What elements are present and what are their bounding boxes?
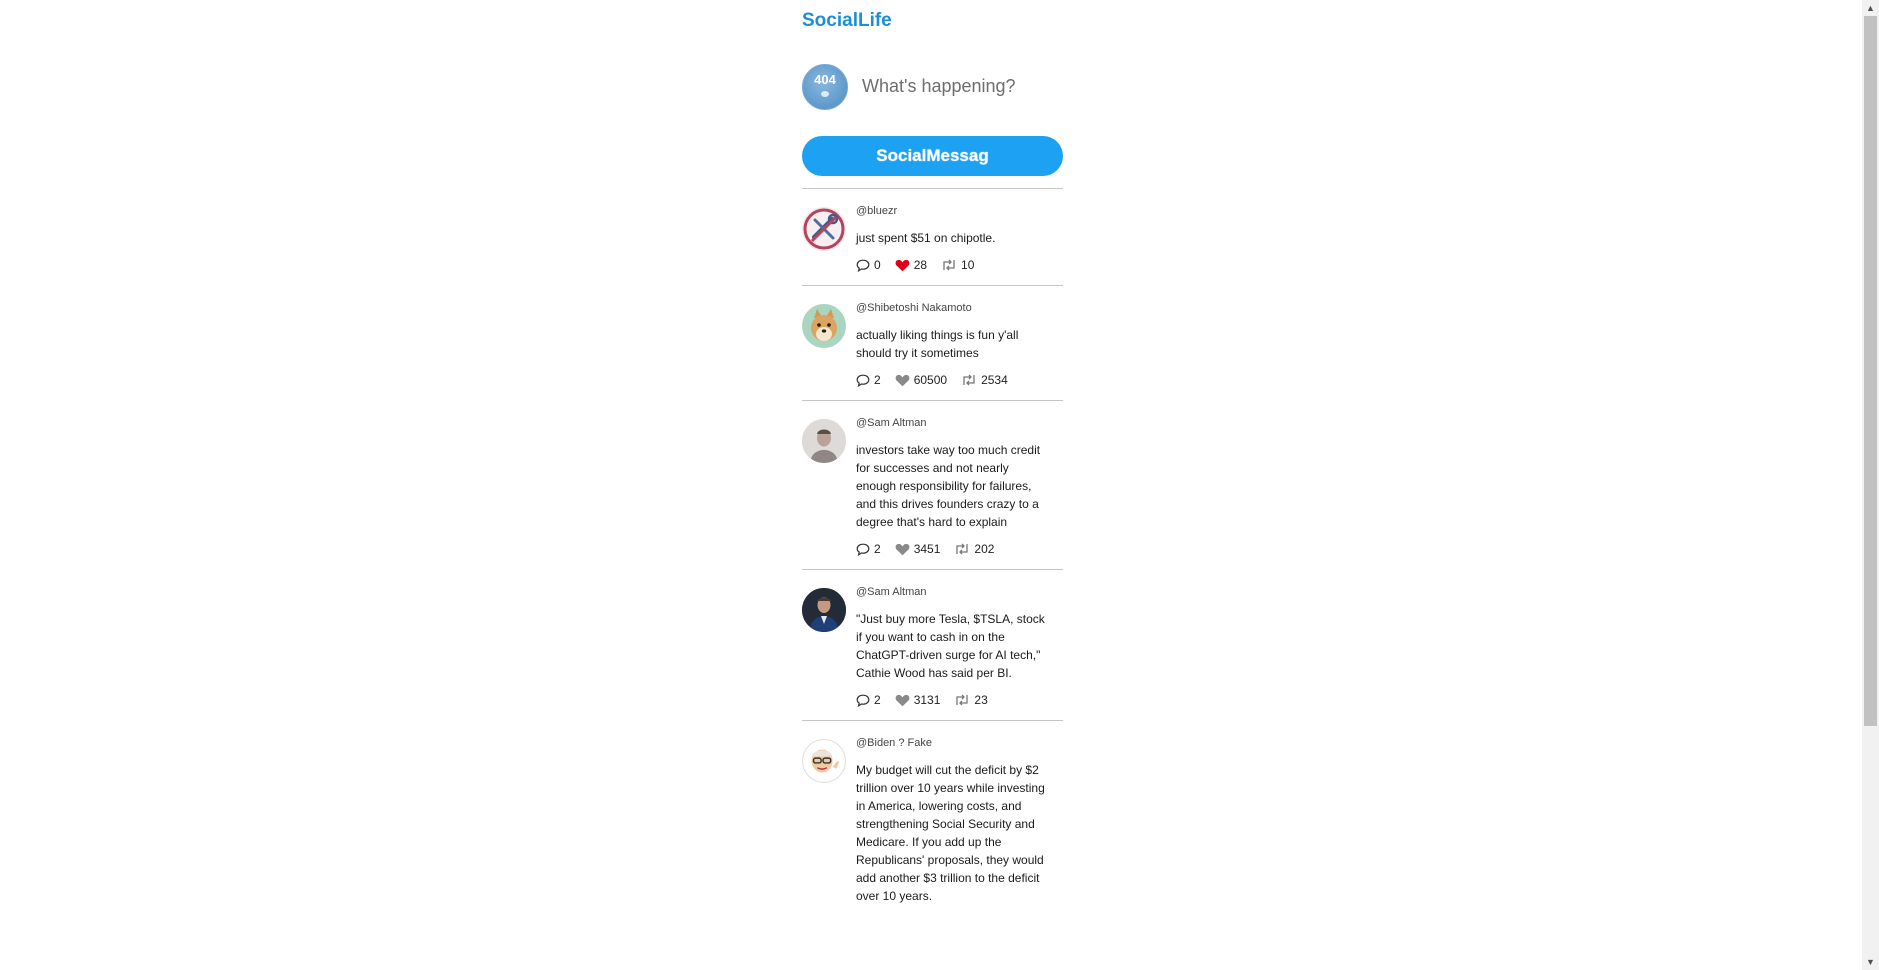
- repost-count: 202: [974, 542, 995, 556]
- post-item: @bluezr just spent $51 on chipotle. 0 28…: [802, 189, 1063, 286]
- repost-icon: [956, 694, 969, 706]
- scrollbar-thumb[interactable]: [1864, 16, 1877, 726]
- post-handle[interactable]: @Biden ? Fake: [856, 737, 1045, 750]
- like-button[interactable]: 60500: [895, 373, 947, 387]
- user-avatar[interactable]: 404: [802, 64, 848, 110]
- like-button[interactable]: 3131: [895, 693, 941, 707]
- comment-button[interactable]: 2: [856, 373, 881, 387]
- comment-icon: [856, 259, 870, 272]
- post-item: @Sam Altman investors take way too much …: [802, 401, 1063, 570]
- comment-count: 2: [874, 373, 881, 387]
- shiba-dog-avatar[interactable]: [802, 304, 846, 348]
- repost-icon: [956, 543, 969, 555]
- post-actions: 0 28 10: [856, 257, 1045, 273]
- repost-button[interactable]: 2534: [961, 373, 1008, 387]
- post-handle[interactable]: @Sam Altman: [856, 586, 1045, 599]
- portrait-avatar[interactable]: [802, 419, 846, 463]
- heart-filled-icon: [895, 259, 910, 271]
- comment-button[interactable]: 0: [856, 258, 881, 272]
- scroll-down-arrow-icon[interactable]: ▼: [1862, 954, 1879, 970]
- compose-box: 404: [802, 64, 1063, 110]
- comment-icon: [856, 694, 870, 707]
- like-button[interactable]: 3451: [895, 542, 941, 556]
- scroll-up-arrow-icon[interactable]: ▲: [1862, 0, 1879, 16]
- app-title[interactable]: SocialLife: [802, 10, 892, 32]
- repost-button[interactable]: 202: [954, 542, 994, 556]
- repost-count: 23: [974, 693, 988, 707]
- repost-button[interactable]: 23: [954, 693, 988, 707]
- post-actions: 2 3131 23: [856, 692, 1045, 708]
- repost-icon: [943, 259, 955, 271]
- post-handle[interactable]: @Shibetoshi Nakamoto: [856, 302, 1045, 315]
- post-item: @Biden ? Fake My budget will cut the def…: [802, 721, 1063, 917]
- like-count: 3131: [913, 693, 941, 707]
- like-count: 60500: [913, 373, 948, 387]
- comment-icon: [856, 543, 870, 556]
- post-actions: 2 60500 2534: [856, 372, 1045, 388]
- post-submit-button[interactable]: SocialMessag: [802, 136, 1063, 176]
- portrait-avatar-dark[interactable]: [802, 588, 846, 632]
- comment-button[interactable]: 2: [856, 542, 881, 556]
- heart-icon: [895, 374, 910, 386]
- compose-input[interactable]: [862, 70, 1058, 102]
- post-item: @Sam Altman "Just buy more Tesla, $TSLA,…: [802, 570, 1063, 721]
- comment-count: 0: [874, 258, 881, 272]
- post-item: @Shibetoshi Nakamoto actually liking thi…: [802, 286, 1063, 401]
- post-list: @bluezr just spent $51 on chipotle. 0 28…: [802, 189, 1063, 917]
- like-button[interactable]: 28: [895, 258, 927, 272]
- post-content: investors take way too much credit for s…: [856, 443, 1041, 529]
- repost-icon: [963, 374, 975, 386]
- like-count: 28: [913, 258, 928, 272]
- like-count: 3451: [913, 542, 941, 556]
- comment-icon: [856, 374, 870, 387]
- cartoon-man-avatar[interactable]: [802, 739, 846, 783]
- comment-count: 2: [874, 542, 881, 556]
- post-actions: 2 3451 202: [856, 541, 1045, 557]
- repost-count: 10: [961, 258, 975, 272]
- post-handle[interactable]: @Sam Altman: [856, 417, 1045, 430]
- repost-count: 2534: [981, 373, 1008, 387]
- repost-button[interactable]: 10: [941, 258, 974, 272]
- comment-button[interactable]: 2: [856, 693, 881, 707]
- no-tools-icon[interactable]: [802, 207, 846, 251]
- post-content: just spent $51 on chipotle.: [856, 231, 996, 245]
- heart-icon: [895, 694, 910, 706]
- post-handle[interactable]: @bluezr: [856, 205, 1045, 218]
- post-content: "Just buy more Tesla, $TSLA, stock if yo…: [856, 612, 1045, 680]
- avatar-dot-icon: [821, 91, 829, 97]
- page-scrollbar[interactable]: ▲ ▼: [1862, 0, 1879, 970]
- post-content: My budget will cut the deficit by $2 tri…: [856, 763, 1045, 903]
- heart-icon: [895, 543, 910, 555]
- post-content: actually liking things is fun y'all shou…: [856, 328, 1019, 360]
- comment-count: 2: [874, 693, 881, 707]
- avatar-404-text: 404: [814, 72, 836, 87]
